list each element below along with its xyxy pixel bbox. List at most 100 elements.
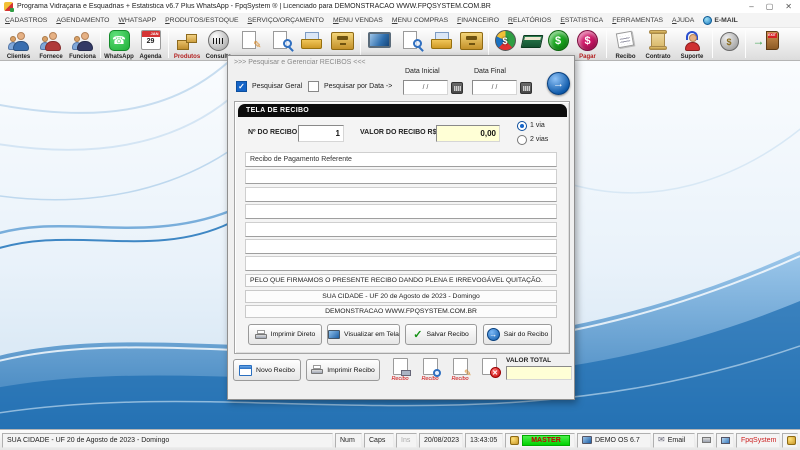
menu-whatsapp[interactable]: WHATSAPP — [118, 17, 156, 24]
menu-servico-orcamento[interactable]: SERVIÇO/ORÇAMENTO — [248, 17, 324, 24]
toolbar-suporte-button[interactable]: Suporte — [674, 28, 710, 61]
menu-financeiro[interactable]: FINANCEIRO — [457, 17, 499, 24]
pesquisar-geral-label: Pesquisar Geral — [252, 83, 303, 90]
menu-compras[interactable]: MENU COMPRAS — [392, 17, 448, 24]
toolbar-whatsapp-button[interactable]: ☎ WhatsApp — [103, 28, 135, 61]
imprimir-direto-button[interactable]: Imprimir Direto — [248, 324, 322, 345]
recibo-text-row[interactable] — [245, 221, 557, 237]
delete-document-icon: ✕ — [481, 358, 501, 378]
toolbar-funcionarios-button[interactable]: Funciona — [67, 28, 98, 61]
app-window: Programa Vidraçaria e Esquadrias + Estat… — [0, 0, 800, 450]
toolbar-agenda-button[interactable]: JAN 29 Agenda — [135, 28, 166, 61]
display-icon — [721, 436, 730, 444]
master-badge: MASTER — [522, 434, 570, 446]
toolbar-contrato-button[interactable]: Contrato — [642, 28, 674, 61]
key-icon — [510, 435, 519, 445]
toolbar-separator — [168, 30, 169, 58]
status-email[interactable]: ✉ Email — [653, 432, 695, 448]
minimize-button[interactable]: – — [749, 2, 753, 11]
visualizar-em-tela-button[interactable]: Visualizar em Tela — [327, 324, 400, 345]
editar-recibo-mini-button[interactable]: ✎ Recibo — [448, 358, 472, 382]
status-brand: FpqSystem — [736, 432, 780, 448]
via-1-radio[interactable] — [517, 121, 527, 131]
open-folder-icon — [430, 30, 453, 51]
toolbar-separator — [488, 30, 489, 58]
via-2-radio[interactable] — [517, 135, 527, 145]
toolbar-fornecedores-button[interactable]: Fornece — [35, 28, 67, 61]
data-final-input[interactable] — [472, 80, 517, 95]
data-final-calendar-button[interactable] — [520, 82, 532, 94]
menu-relatorios[interactable]: RELATÓRIOS — [508, 17, 551, 24]
archive-drawer-icon — [459, 32, 483, 50]
printer-icon — [311, 365, 324, 375]
recibo-text-row[interactable] — [245, 238, 557, 254]
excluir-recibo-mini-button[interactable]: ✕ — [477, 358, 501, 378]
status-num: Num — [335, 432, 362, 448]
menu-ferramentas[interactable]: FERRAMENTAS — [612, 17, 663, 24]
toolbar-clientes-button[interactable]: Clientes — [2, 28, 35, 61]
coin-icon: $ — [719, 32, 739, 51]
menu-ajuda[interactable]: AJUDA — [672, 17, 694, 24]
recibo-text-row[interactable] — [245, 204, 557, 220]
toolbar-moeda-button[interactable]: $ — [715, 28, 743, 61]
menu-cadastros[interactable]: CADASTROS — [5, 17, 47, 24]
maximize-button[interactable]: ▢ — [766, 2, 774, 11]
menubar: CADASTROS AGENDAMENTO WHATSAPP PRODUTOS/… — [0, 13, 800, 27]
visualizar-recibo-mini-button[interactable]: Recibo — [418, 358, 442, 382]
valor-recibo-label: VALOR DO RECIBO R$ — [360, 129, 437, 136]
exit-door-icon: EXIT → — [753, 30, 780, 52]
pesquisar-geral-checkbox[interactable]: ✓ — [236, 81, 247, 92]
toolbar-separator — [606, 30, 607, 58]
imprimir-recibo-mini-button[interactable]: Recibo — [388, 358, 412, 382]
menu-email[interactable]: E-MAIL — [703, 15, 738, 25]
new-window-icon — [239, 364, 253, 376]
imprimir-recibo-button[interactable]: Imprimir Recibo — [306, 359, 380, 381]
numero-recibo-input[interactable] — [298, 125, 344, 142]
valor-recibo-input[interactable] — [436, 125, 500, 142]
data-final-label: Data Final — [474, 68, 506, 75]
pesquisar-go-button[interactable]: → — [547, 72, 570, 95]
pay-dollar-icon: $ — [577, 30, 598, 51]
menu-vendas[interactable]: MENU VENDAS — [333, 17, 383, 24]
statusbar: SUA CIDADE - UF 20 de Agosto de 2023 - D… — [0, 429, 800, 450]
receive-dollar-icon: $ — [547, 30, 569, 51]
key-icon — [787, 435, 796, 445]
toolbar-separator — [360, 30, 361, 58]
toolbar-produtos-button[interactable]: Produtos — [171, 28, 203, 61]
barcode-search-icon — [208, 30, 229, 51]
novo-recibo-button[interactable]: Novo Recibo — [233, 359, 301, 381]
recibo-text-row[interactable] — [245, 169, 557, 185]
recibo-text-row[interactable] — [245, 186, 557, 202]
suppliers-icon — [39, 30, 63, 52]
toolbar-pagar-button[interactable]: $ Pagar — [571, 28, 604, 61]
employees-icon — [71, 30, 95, 52]
toolbar-recibo-button[interactable]: Recibo — [609, 28, 642, 61]
status-sistema: DEMO OS 6.7 — [577, 432, 651, 448]
recibo-text-row[interactable]: Recibo de Pagamento Referente — [245, 152, 557, 167]
status-extra — [782, 432, 798, 448]
toolbar-sair-button[interactable]: EXIT → — [748, 28, 784, 61]
recibo-text-area: Recibo de Pagamento Referente — [245, 152, 557, 274]
close-button[interactable]: ✕ — [785, 2, 792, 11]
data-inicial-calendar-button[interactable] — [451, 82, 463, 94]
salvar-recibo-button[interactable]: ✓ Salvar Recibo — [405, 324, 477, 345]
pesquisar-por-data-checkbox[interactable] — [308, 81, 319, 92]
products-boxes-icon — [175, 30, 199, 51]
app-logo-icon — [4, 2, 14, 12]
receipt-icon — [614, 30, 637, 51]
envelope-icon: ✉ — [658, 435, 665, 444]
data-inicial-input[interactable] — [403, 80, 448, 95]
status-display — [716, 432, 734, 448]
recibo-text-row[interactable] — [245, 256, 557, 272]
menu-agendamento[interactable]: AGENDAMENTO — [56, 17, 109, 24]
pesquisar-por-data-label: Pesquisar por Data -> — [324, 83, 393, 90]
sair-do-recibo-button[interactable]: → Sair do Recibo — [483, 324, 552, 345]
archive-drawer-icon — [331, 32, 354, 50]
menu-produtos-estoque[interactable]: PRODUTOS/ESTOQUE — [165, 17, 238, 24]
valor-total-input[interactable] — [506, 366, 572, 380]
menu-estatistica[interactable]: ESTATISTICA — [560, 17, 603, 24]
contract-scroll-icon — [648, 30, 668, 51]
open-folder-icon — [300, 30, 323, 51]
search-document-icon — [270, 30, 294, 52]
valor-total-label: VALOR TOTAL — [506, 357, 552, 364]
